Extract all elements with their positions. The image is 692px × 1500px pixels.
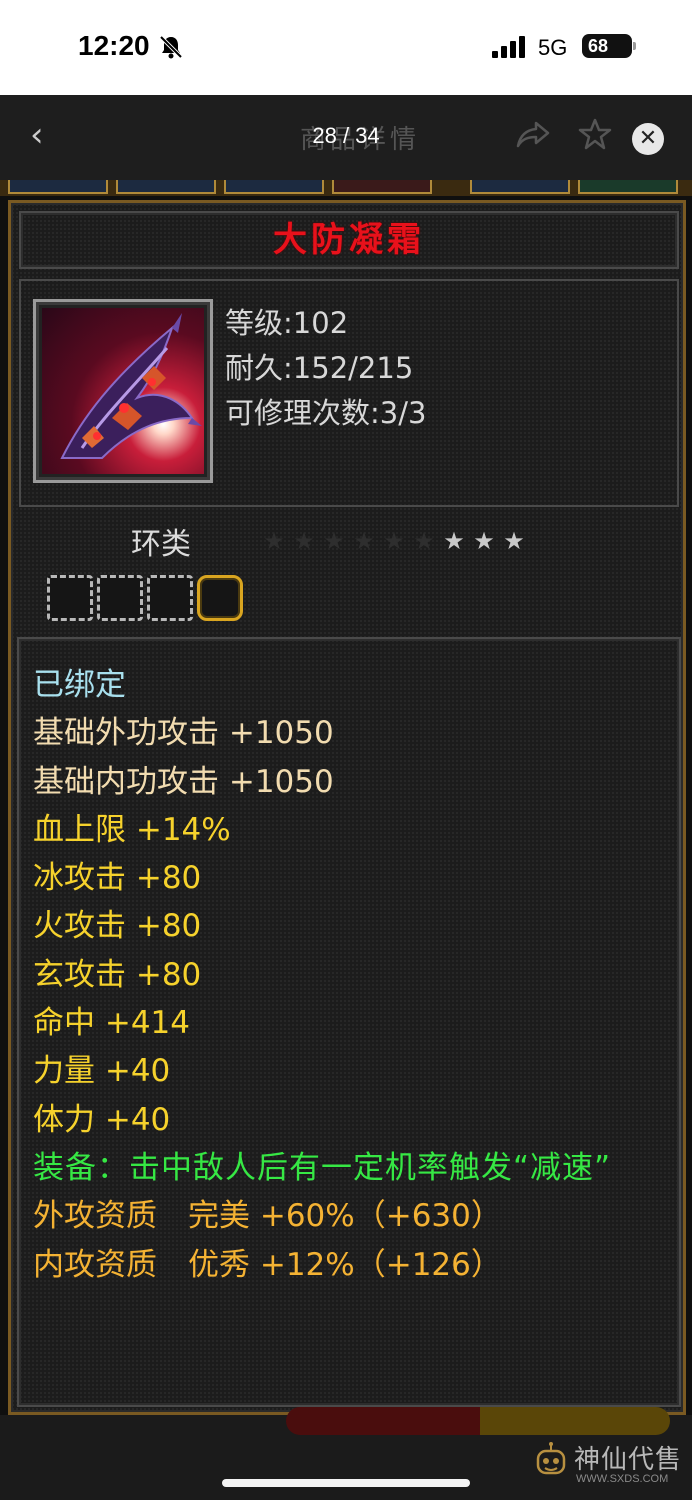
item-info-box: 等级:102 耐久:152/215 可修理次数:3/3 [19, 279, 679, 507]
attr-hit: 命中 +414 [33, 1005, 190, 1042]
battery-icon: 68 [582, 34, 636, 58]
buy-button-ghost [286, 1407, 482, 1435]
star-icon[interactable] [578, 117, 612, 151]
star-rating: ★ ★ ★ ★ ★ ★ ★ ★ ★ [259, 527, 529, 555]
star-icon: ★ [293, 527, 315, 555]
ring-weapon-icon [60, 313, 202, 459]
attr-strength: 力量 +40 [33, 1053, 171, 1090]
watermark-logo [536, 1442, 566, 1475]
star-icon: ★ [263, 527, 285, 555]
close-icon[interactable]: ✕ [632, 123, 664, 155]
network-type: 5G [538, 35, 568, 60]
attr-int-quality: 内攻资质 优秀 +12%（+126） [33, 1246, 502, 1283]
attr-hp: 血上限 +14% [33, 811, 231, 848]
star-icon: ★ [323, 527, 345, 555]
cart-button-ghost [480, 1407, 670, 1435]
attribute-list: 已绑定 基础外功攻击 +1050 基础内功攻击 +1050 血上限 +14% 冰… [33, 661, 673, 1289]
equip-effect: 装备：击中敌人后有一定机率触发“减速” [33, 1149, 612, 1186]
star-icon: ★ [503, 527, 525, 555]
item-category: 环类 [131, 527, 191, 562]
item-name: 大防凝霜 [273, 220, 425, 260]
socket-slot [97, 575, 143, 621]
durability-label: 耐久 [225, 351, 284, 385]
attr-ice: 冰攻击 +80 [33, 860, 202, 897]
skill-icon-strip [0, 180, 692, 196]
socket-slot [47, 575, 93, 621]
attr-base-ext: 基础外功攻击 +1050 [33, 715, 334, 752]
attr-ext-quality: 外攻资质 完美 +60%（+630） [33, 1198, 502, 1235]
status-bar: 12:20 5G 68 [0, 0, 692, 95]
repair-value: 3/3 [379, 396, 427, 430]
item-image-frame [33, 299, 213, 483]
watermark-url: WWW.SXDS.COM [576, 1473, 669, 1485]
level-row: 等级:102 [225, 306, 349, 340]
durability-value: 152/215 [292, 351, 414, 385]
bottom-bar: 神仙代售 WWW.SXDS.COM [0, 1407, 692, 1500]
slot-icon [470, 180, 570, 194]
slot-icon [8, 180, 108, 194]
home-indicator[interactable] [222, 1479, 470, 1487]
attribute-box: 已绑定 基础外功攻击 +1050 基础内功攻击 +1050 血上限 +14% 冰… [17, 637, 681, 1407]
repair-label: 可修理次数 [225, 396, 371, 430]
signal-icon [492, 36, 525, 58]
attr-fire: 火攻击 +80 [33, 908, 202, 945]
socket-section: 环类 ★ ★ ★ ★ ★ ★ ★ ★ ★ [13, 509, 685, 629]
item-tooltip-panel: 大防凝霜 等级:102 耐久:152/215 可修理次数:3/3 环类 ★ ★ … [8, 200, 686, 1415]
attr-stamina: 体力 +40 [33, 1101, 171, 1138]
slot-icon [578, 180, 678, 194]
star-icon: ★ [413, 527, 435, 555]
attr-base-int: 基础内功攻击 +1050 [33, 763, 334, 800]
share-icon[interactable] [516, 119, 550, 149]
durability-row: 耐久:152/215 [225, 351, 414, 385]
slot-icon [116, 180, 216, 194]
repair-row: 可修理次数:3/3 [225, 396, 427, 430]
slot-icon [332, 180, 432, 194]
socket-row [47, 575, 247, 625]
item-screenshot: 大防凝霜 等级:102 耐久:152/215 可修理次数:3/3 环类 ★ ★ … [0, 180, 692, 1415]
socket-slot [147, 575, 193, 621]
bound-status: 已绑定 [33, 667, 126, 703]
star-icon: ★ [383, 527, 405, 555]
star-icon: ★ [473, 527, 495, 555]
watermark-text: 神仙代售 [574, 1445, 683, 1475]
star-icon: ★ [353, 527, 375, 555]
item-title-box: 大防凝霜 [19, 211, 679, 269]
attr-mystic: 玄攻击 +80 [33, 956, 202, 993]
level-label: 等级 [225, 306, 284, 340]
level-value: 102 [292, 306, 349, 340]
item-image [42, 308, 204, 474]
watermark: 神仙代售 WWW.SXDS.COM [528, 1437, 688, 1493]
socket-slot-gold [197, 575, 243, 621]
status-time: 12:20 [78, 30, 150, 61]
item-stats: 等级:102 耐久:152/215 可修理次数:3/3 [225, 301, 426, 436]
bell-muted-icon [159, 35, 183, 59]
nav-bar: ‹ 商品详情 28 / 34 ✕ [0, 95, 692, 180]
slot-icon [224, 180, 324, 194]
star-icon: ★ [443, 527, 465, 555]
